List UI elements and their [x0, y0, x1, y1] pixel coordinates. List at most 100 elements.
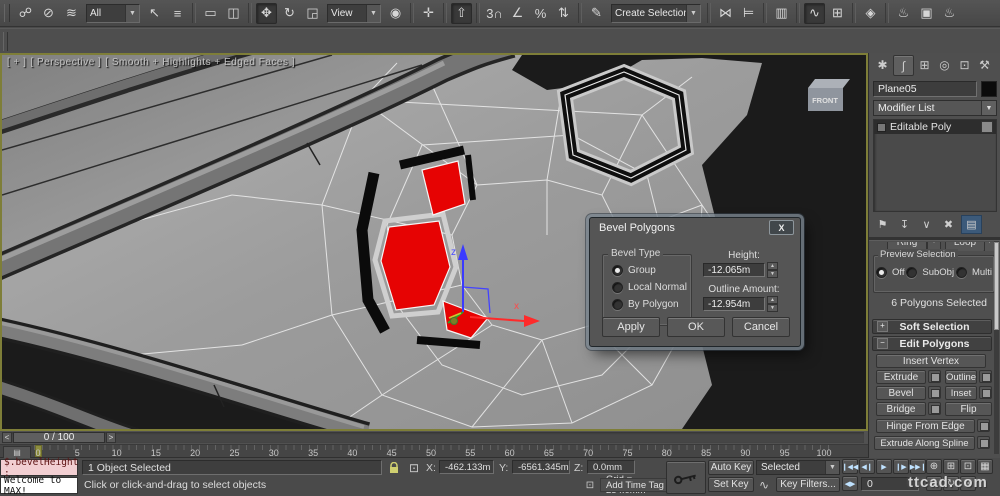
set-key-button[interactable]: Set Key: [708, 477, 754, 492]
add-time-tag[interactable]: Add Time Tag: [600, 478, 674, 492]
expand-icon[interactable]: +: [877, 321, 888, 332]
set-key-toggle-button[interactable]: [666, 461, 706, 494]
bind-to-space-warp-icon[interactable]: ≋: [61, 3, 82, 24]
render-setup-icon[interactable]: ♨: [893, 3, 914, 24]
time-slider-handle[interactable]: 0 / 100: [13, 432, 105, 443]
unlink-selection-icon[interactable]: ⊘: [38, 3, 59, 24]
select-object-icon[interactable]: ↖: [144, 3, 165, 24]
bridge-settings-button[interactable]: [928, 402, 941, 415]
pin-stack-icon[interactable]: ⚑: [873, 216, 892, 233]
next-frame-arrow[interactable]: >: [106, 432, 116, 443]
flip-button[interactable]: Flip: [945, 402, 992, 416]
viewport-pov-menu[interactable]: [ Perspective ]: [30, 57, 101, 68]
selection-set-keying-dropdown[interactable]: Selected ▼: [756, 460, 840, 475]
render-production-icon[interactable]: ♨: [939, 3, 960, 24]
material-editor-icon[interactable]: ◈: [860, 3, 881, 24]
previous-frame-button[interactable]: ◀❙: [859, 459, 875, 474]
stack-expand-icon[interactable]: [877, 122, 886, 132]
mirror-icon[interactable]: ⋈: [715, 3, 736, 24]
zoom-button[interactable]: ⊕: [926, 459, 942, 474]
tab-motion[interactable]: ◎: [935, 55, 954, 74]
select-by-name-icon[interactable]: ≡: [167, 3, 188, 24]
zoom-region-button[interactable]: ▦: [977, 459, 993, 474]
bevel-type-group-radio[interactable]: Group: [612, 265, 691, 276]
next-frame-button[interactable]: ❙▶: [893, 459, 909, 474]
object-color-swatch[interactable]: [981, 81, 997, 97]
selection-filter-dropdown[interactable]: All ▼: [86, 3, 140, 23]
zoom-extents-button[interactable]: ⊡: [960, 459, 976, 474]
maxscript-mini-listener-macro[interactable]: $.bevelHeight :: [0, 457, 78, 479]
select-and-move-icon[interactable]: ✥: [256, 2, 277, 24]
orbit-button[interactable]: ↻: [943, 476, 959, 491]
preview-multi-radio[interactable]: Multi: [955, 267, 992, 278]
hinge-from-edge-button[interactable]: Hinge From Edge: [876, 419, 975, 433]
window-crossing-toggle-icon[interactable]: ◫: [223, 3, 244, 24]
bevel-settings-button[interactable]: [928, 386, 941, 399]
key-filters-button[interactable]: Key Filters...: [776, 477, 840, 492]
toolbar-grip[interactable]: [4, 4, 10, 22]
stack-onoff-icon[interactable]: [981, 121, 993, 133]
extrude-along-spline-button[interactable]: Extrude Along Spline: [874, 436, 975, 450]
configure-modifier-sets-icon[interactable]: ▤: [961, 215, 982, 234]
object-name-field[interactable]: Plane05: [873, 81, 977, 97]
extrude-button[interactable]: Extrude: [876, 370, 926, 384]
close-icon[interactable]: X: [769, 220, 794, 235]
z-coord-field[interactable]: 0.0mm: [587, 460, 635, 474]
zoom-all-button[interactable]: ⊞: [943, 459, 959, 474]
schematic-view-icon[interactable]: ⊞: [827, 3, 848, 24]
go-to-start-button[interactable]: ❙◀◀: [842, 459, 858, 474]
align-icon[interactable]: ⊨: [738, 3, 759, 24]
viewport-nav-menu[interactable]: [ + ]: [7, 57, 26, 68]
cancel-button[interactable]: Cancel: [732, 317, 790, 337]
soft-selection-rollout[interactable]: + Soft Selection: [872, 319, 992, 334]
dialog-titlebar[interactable]: Bevel Polygons X: [590, 218, 800, 237]
select-and-link-icon[interactable]: ☍: [15, 3, 36, 24]
keyboard-shortcut-override-icon[interactable]: ⇧: [451, 2, 472, 24]
hinge-settings-button[interactable]: [977, 419, 990, 432]
rectangular-selection-region-icon[interactable]: ▭: [200, 3, 221, 24]
named-selection-set-dropdown[interactable]: Create Selection Se▼: [611, 3, 701, 23]
edit-named-selection-sets-icon[interactable]: ✎: [586, 3, 607, 24]
modifier-list-dropdown[interactable]: Modifier List ▼: [873, 100, 997, 116]
y-coord-field[interactable]: -6561.345m: [512, 460, 570, 474]
bevel-type-by-polygon-radio[interactable]: By Polygon: [612, 299, 691, 310]
go-to-end-button[interactable]: ▶▶❙: [910, 459, 926, 474]
make-unique-icon[interactable]: ∨: [917, 216, 936, 233]
tab-hierarchy[interactable]: ⊞: [915, 55, 934, 74]
outline-amount-field[interactable]: -12.954m: [703, 297, 765, 311]
inset-settings-button[interactable]: [979, 386, 992, 399]
snaps-toggle-3d-icon[interactable]: 3∩: [484, 3, 505, 24]
time-slider-track[interactable]: [2, 432, 864, 443]
outline-amount-spinner[interactable]: ▲ ▼: [767, 296, 778, 312]
toolbar-grip[interactable]: [3, 32, 8, 51]
inset-button[interactable]: Inset: [945, 386, 977, 400]
preview-off-radio[interactable]: Off: [876, 267, 905, 278]
edit-polygons-rollout[interactable]: − Edit Polygons: [872, 336, 992, 351]
bridge-button[interactable]: Bridge: [876, 402, 926, 416]
tab-display[interactable]: ⊡: [955, 55, 974, 74]
select-and-uniform-scale-icon[interactable]: ◲: [302, 3, 323, 24]
show-end-result-icon[interactable]: ↧: [895, 216, 914, 233]
track-bar[interactable]: ▤ 0 5 10 15 20 25 30 35 40 45 50 55 60 65 70 75 80 85 90 95…: [0, 445, 868, 459]
outline-settings-button[interactable]: [979, 370, 992, 383]
outline-button[interactable]: Outline: [945, 370, 977, 384]
absolute-offset-mode-icon[interactable]: ⊡: [406, 460, 422, 476]
height-spinner[interactable]: ▲ ▼: [767, 262, 778, 278]
play-button[interactable]: ▶: [876, 459, 892, 474]
reference-coordinate-system-dropdown[interactable]: View ▼: [327, 3, 381, 23]
ok-button[interactable]: OK: [667, 317, 725, 337]
layer-manager-icon[interactable]: ▥: [771, 3, 792, 24]
default-in-out-tangents-icon[interactable]: ∿: [756, 477, 772, 492]
panel-scrollbar[interactable]: [994, 241, 999, 454]
extrude-along-spline-settings-button[interactable]: [977, 436, 990, 449]
selection-lock-icon[interactable]: [386, 460, 402, 476]
scrollbar-thumb[interactable]: [994, 242, 999, 330]
tab-create[interactable]: ✱: [873, 55, 892, 74]
maxscript-mini-listener-output[interactable]: Welcome to MAX!: [0, 475, 78, 496]
extrude-settings-button[interactable]: [928, 370, 941, 383]
spinner-snap-toggle-icon[interactable]: ⇅: [553, 3, 574, 24]
bevel-type-local-normal-radio[interactable]: Local Normal: [612, 282, 691, 293]
curve-editor-icon[interactable]: ∿: [804, 2, 825, 24]
rendered-frame-window-icon[interactable]: ▣: [916, 3, 937, 24]
collapse-icon[interactable]: −: [877, 338, 888, 349]
